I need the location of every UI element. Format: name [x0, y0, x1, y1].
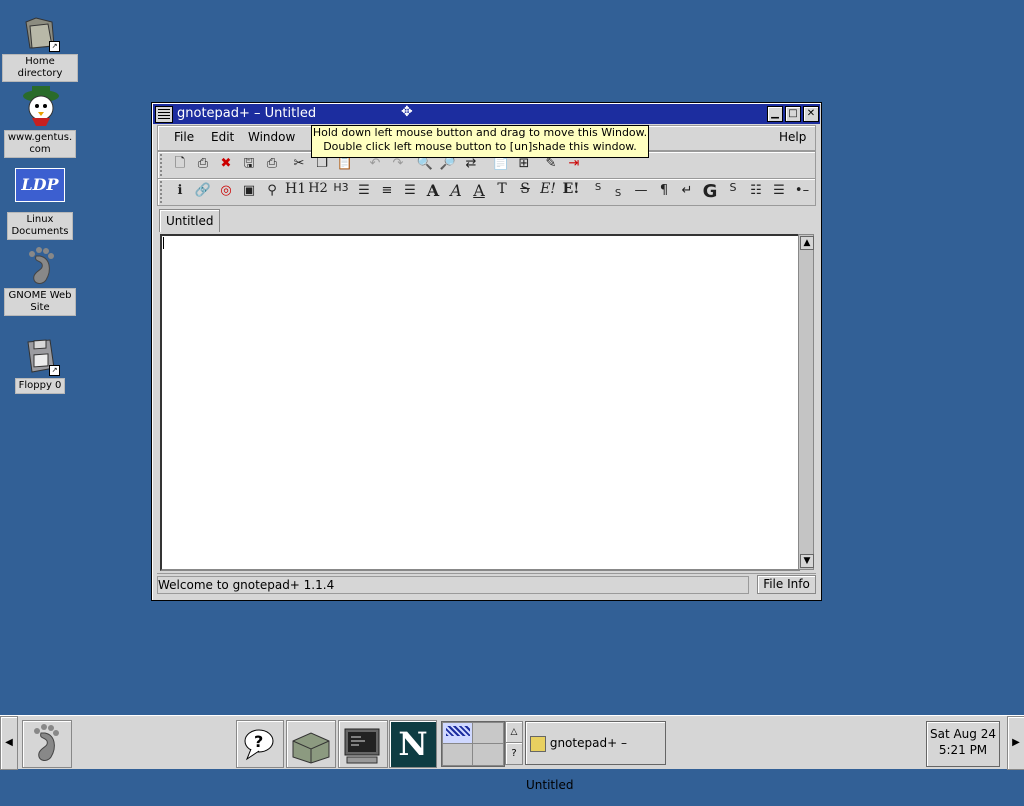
align-center-icon[interactable]: ≡: [377, 181, 397, 201]
panel-hide-right-button[interactable]: ▶: [1007, 716, 1024, 770]
desktop-icon-label: GNOME Web Site: [4, 288, 76, 316]
open-file-icon[interactable]: ⎙: [193, 154, 213, 174]
move-window-tooltip: Hold down left mouse button and drag to …: [311, 125, 649, 158]
ordered-list-icon[interactable]: ☷: [746, 181, 766, 201]
ldp-logo-icon: LDP: [15, 168, 65, 202]
panel-hide-left-button[interactable]: ◀: [0, 716, 18, 770]
italic-icon[interactable]: A: [446, 181, 466, 201]
gentus-logo-icon: [18, 82, 62, 128]
info-icon[interactable]: ℹ: [170, 181, 190, 201]
window-menu-icon[interactable]: [155, 106, 173, 123]
paragraph-icon[interactable]: ¶: [654, 181, 674, 201]
folder-icon: ↗: [18, 12, 62, 52]
window-title: gnotepad+ – Untitled: [177, 106, 317, 121]
align-left-icon[interactable]: ☰: [354, 181, 374, 201]
superscript-icon[interactable]: S: [588, 181, 608, 201]
menu-edit[interactable]: Edit: [211, 130, 234, 144]
gnotepad-app-icon: [530, 735, 546, 752]
new-file-icon[interactable]: 🗋: [170, 154, 190, 174]
strong-icon[interactable]: E!: [561, 181, 581, 201]
gnome-foot-icon: [34, 724, 59, 761]
teletype-icon[interactable]: T: [492, 181, 512, 201]
move-cursor-icon: ✥: [401, 104, 413, 120]
emphasis-icon[interactable]: E!: [538, 181, 558, 201]
workspace-2[interactable]: [472, 722, 504, 745]
workspace-4[interactable]: [472, 743, 504, 766]
desktop-icon-gentus[interactable]: www.gentus. com: [2, 82, 78, 158]
workspace-pager[interactable]: [441, 721, 505, 767]
underline-icon[interactable]: A: [469, 181, 489, 201]
bold-icon[interactable]: A: [423, 181, 443, 201]
desktop-icon-ldp[interactable]: LDP: [2, 168, 78, 202]
line-break-icon[interactable]: ↵: [677, 181, 697, 201]
menu-file[interactable]: File: [174, 130, 194, 144]
target-icon[interactable]: ◎: [216, 181, 236, 201]
control-center-launcher[interactable]: [286, 720, 336, 768]
gnotepad-window: gnotepad+ – Untitled ✥ ▁ □ ✕ File Edit W…: [151, 102, 822, 601]
minimize-button[interactable]: ▁: [767, 106, 783, 122]
desktop-icon-label: www.gentus. com: [3, 130, 77, 158]
align-right-icon[interactable]: ☰: [400, 181, 420, 201]
netscape-logo-icon: N: [398, 725, 428, 763]
window-titlebar[interactable]: gnotepad+ – Untitled ✥ ▁ □ ✕: [153, 104, 820, 124]
gnome-g-icon[interactable]: G: [700, 181, 720, 202]
panel-clock[interactable]: Sat Aug 24 5:21 PM: [926, 721, 1000, 767]
menu-window[interactable]: Window: [248, 130, 295, 144]
terminal-launcher[interactable]: [338, 720, 388, 768]
status-bar: Welcome to gnotepad+ 1.1.4 File Info: [157, 573, 816, 594]
link-icon[interactable]: 🔗: [193, 181, 213, 201]
menu-help[interactable]: Help: [779, 130, 806, 144]
tasklist-help[interactable]: ?: [505, 742, 523, 765]
vertical-scrollbar[interactable]: ▲ ▼: [798, 234, 814, 570]
search-icon[interactable]: ⚲: [262, 181, 282, 201]
floppy-icon: ↗: [18, 336, 62, 376]
taskbar-gnotepad[interactable]: gnotepad+ – Untitled: [525, 721, 666, 792]
list-item-icon[interactable]: •–: [792, 181, 812, 201]
toolbox-icon: [292, 732, 330, 764]
print-icon[interactable]: ⎙: [262, 154, 282, 174]
strike-icon[interactable]: S: [515, 181, 535, 201]
cut-icon[interactable]: ✂: [289, 154, 309, 174]
tab-untitled[interactable]: Untitled: [159, 209, 221, 232]
image-icon[interactable]: ▣: [239, 181, 259, 201]
workspace-3[interactable]: [442, 743, 474, 766]
desktop-icon-label: Home directory: [2, 54, 78, 82]
maximize-button[interactable]: □: [785, 106, 801, 122]
clock-time: 5:21 PM: [938, 743, 988, 757]
small-s-icon[interactable]: S: [723, 181, 743, 201]
h1-button[interactable]: H1: [285, 181, 306, 201]
desktop-icon-label: Linux Documents: [7, 212, 73, 240]
scroll-down-icon[interactable]: ▼: [800, 554, 814, 568]
h2-button[interactable]: H2: [308, 181, 328, 201]
horizontal-rule-icon[interactable]: —: [631, 181, 651, 201]
workspace-1[interactable]: [442, 722, 474, 745]
help-bubble-icon: ?: [244, 729, 274, 761]
desktop-icon-label: Floppy 0: [14, 378, 66, 394]
help-launcher[interactable]: ?: [236, 720, 284, 768]
gnome-menu-button[interactable]: [22, 720, 72, 768]
h3-button[interactable]: H3: [331, 181, 351, 201]
save-icon[interactable]: 🖫: [239, 154, 259, 174]
desktop-icon-floppy[interactable]: ↗ Floppy 0: [2, 336, 78, 394]
file-info-button[interactable]: File Info: [757, 575, 816, 594]
html-toolbar: ℹ 🔗 ◎ ▣ ⚲ H1 H2 H3 ☰ ≡ ☰ A A A T S E! E!…: [157, 178, 816, 206]
gnome-foot-icon: [18, 246, 62, 286]
subscript-icon[interactable]: S: [608, 181, 628, 201]
desktop-icon-gnome-web[interactable]: GNOME Web Site: [2, 246, 78, 316]
svg-text:?: ?: [254, 732, 263, 751]
document-tabs: Untitled: [157, 207, 816, 233]
clock-date: Sat Aug 24: [929, 727, 996, 741]
tasklist-arrow-up[interactable]: △: [505, 721, 523, 743]
unordered-list-icon[interactable]: ☰: [769, 181, 789, 201]
terminal-icon: [344, 728, 380, 764]
scroll-up-icon[interactable]: ▲: [800, 236, 814, 250]
text-editor[interactable]: [160, 234, 800, 571]
desktop-icon-home[interactable]: ↗ Home directory: [2, 12, 78, 82]
desktop-icon-linux-docs[interactable]: Linux Documents: [2, 210, 78, 240]
gnome-panel: ◀ ? N △ ? gnotepad+ – Untitled Sat Aug 2…: [0, 715, 1024, 792]
close-file-icon[interactable]: ✖: [216, 154, 236, 174]
status-message: Welcome to gnotepad+ 1.1.4: [157, 576, 749, 594]
close-button[interactable]: ✕: [803, 106, 819, 122]
netscape-launcher[interactable]: N: [389, 720, 437, 768]
